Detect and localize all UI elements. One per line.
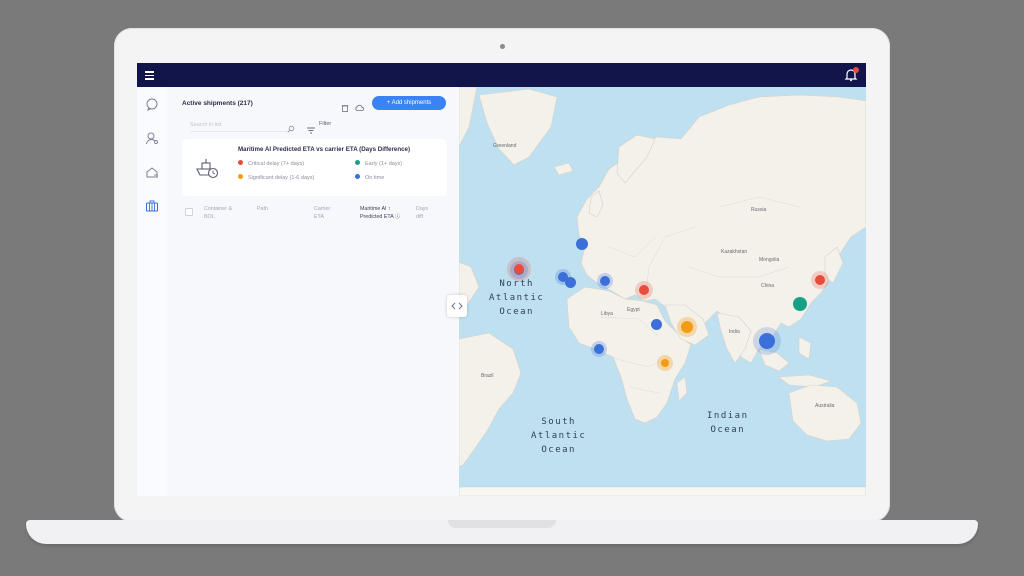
eta-legend-card: Maritime AI Predicted ETA vs carrier ETA… [182, 139, 447, 196]
legend-early: Early (1+ days) [355, 160, 403, 167]
col-carrier-eta[interactable]: Carrier ETA [314, 205, 330, 221]
legend-title: Maritime AI Predicted ETA vs carrier ETA… [238, 146, 411, 153]
legend-dot-teal [355, 160, 360, 166]
header-text: BOL [204, 214, 215, 220]
search-icon[interactable] [287, 120, 295, 133]
header-text: Days [416, 206, 429, 212]
select-all-checkbox[interactable] [185, 208, 193, 216]
country-label: Russia [751, 207, 767, 213]
ocean-label-line: Atlantic [489, 293, 545, 303]
ocean-label-line: Indian [707, 411, 749, 421]
legend-label: Critical delay (7+ days) [248, 161, 305, 167]
shipment-settings-icon[interactable] [145, 165, 159, 179]
col-days-diff[interactable]: Days diff [416, 205, 428, 221]
north-atlantic-label: North Atlantic Ocean [489, 277, 544, 319]
legend-label: Early (1+ days) [365, 161, 403, 167]
laptop-base [26, 520, 978, 544]
col-container[interactable]: Container & BOL [204, 205, 232, 221]
header-text: Carrier [314, 206, 331, 212]
country-label: China [761, 283, 775, 289]
filter-icon[interactable] [307, 121, 315, 134]
shipment-marker-red[interactable] [635, 281, 653, 299]
ocean-label-line: South [541, 417, 576, 427]
world-map[interactable]: North Atlantic Ocean South Atlantic Ocean In… [459, 87, 866, 496]
country-label: Kazakhstan [721, 249, 748, 255]
laptop-notch [448, 520, 556, 528]
left-nav [137, 87, 167, 496]
country-label: Brazil [481, 373, 494, 379]
shipment-marker-orange[interactable] [677, 317, 697, 337]
indian-ocean-label: Indian Ocean [707, 409, 749, 437]
top-bar [137, 63, 866, 87]
country-label: Australia [815, 403, 835, 409]
user-search-icon[interactable] [145, 131, 159, 145]
shipment-marker-red[interactable] [811, 271, 829, 289]
shipment-marker-blue[interactable] [565, 277, 576, 288]
ocean-label-line: Ocean [710, 425, 746, 435]
panel-title: Active shipments (217) [182, 100, 253, 107]
ocean-label-line: Atlantic [531, 431, 587, 441]
ocean-label-line: Ocean [499, 307, 534, 317]
header-text: Predicted ETA ⓘ [360, 214, 401, 220]
country-label: Libya [601, 311, 613, 317]
shipment-marker-orange[interactable] [657, 355, 673, 371]
legend-dot-orange [238, 174, 243, 180]
shipment-marker-blue[interactable] [651, 319, 662, 330]
legend-label: Significant delay (1-6 days) [248, 175, 315, 181]
country-label: India [729, 329, 740, 335]
col-path[interactable]: Path [257, 205, 268, 213]
hamburger-menu-icon[interactable] [145, 71, 154, 80]
chat-icon[interactable] [145, 97, 159, 112]
table-header: Container & BOL Path Carrier ETA Maritime … [182, 205, 447, 227]
search-row: Filter [182, 119, 450, 134]
country-label: Egypt [627, 307, 640, 313]
notification-dot [853, 67, 859, 73]
add-shipments-button[interactable]: + Add shipments [372, 96, 446, 110]
legend-on-time: On time [355, 174, 385, 181]
shipments-panel: Active shipments (217) + Add shipments F… [167, 87, 459, 496]
cloud-icon[interactable] [355, 99, 364, 111]
legend-significant: Significant delay (1-6 days) [238, 174, 315, 181]
country-label: Greenland [493, 143, 517, 149]
container-icon[interactable] [145, 199, 159, 213]
legend-label: On time [365, 175, 385, 181]
shipment-marker-blue-large[interactable] [753, 327, 781, 355]
camera [500, 44, 505, 49]
bell-icon[interactable] [844, 67, 859, 82]
header-text: ETA [314, 214, 324, 220]
shipment-marker-red[interactable] [507, 257, 531, 281]
shipment-marker-blue[interactable] [597, 273, 613, 289]
header-text: diff [416, 214, 423, 220]
filter-button[interactable]: Filter [319, 121, 331, 127]
header-text: Maritime AI ↑ [360, 206, 391, 212]
ocean-label-line: Ocean [541, 445, 576, 455]
legend-dot-blue [355, 174, 360, 180]
app-screen: Active shipments (217) + Add shipments F… [137, 63, 866, 496]
header-text: Path [257, 206, 268, 212]
country-label: Mongolia [759, 257, 780, 263]
ship-clock-icon [194, 155, 220, 181]
shipment-marker-blue[interactable] [591, 341, 607, 357]
shipment-marker-blue[interactable] [576, 238, 588, 250]
legend-critical: Critical delay (7+ days) [238, 160, 305, 167]
delete-icon[interactable] [341, 99, 349, 112]
panel-resize-handle[interactable] [447, 295, 467, 317]
col-predicted-eta[interactable]: Maritime AI ↑ Predicted ETA ⓘ [360, 205, 400, 221]
search-input[interactable] [190, 119, 274, 130]
legend-dot-red [238, 160, 243, 166]
shipment-marker-teal[interactable] [793, 297, 807, 311]
header-text: Container & [204, 206, 232, 212]
south-atlantic-label: South Atlantic Ocean [531, 415, 586, 457]
search-underline [190, 131, 290, 132]
